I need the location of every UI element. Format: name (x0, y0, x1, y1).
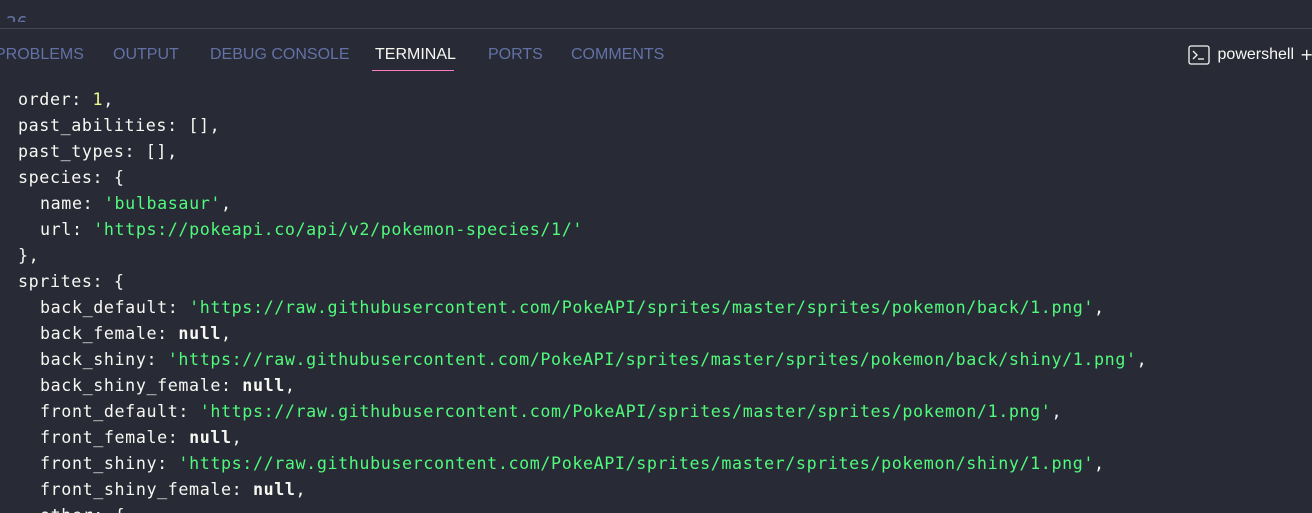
line-number: 26 (6, 12, 28, 22)
json-key: back_shiny_female (40, 375, 221, 395)
terminal-line: order: 1, (18, 86, 114, 112)
json-suffix: , (1136, 349, 1148, 369)
tab-terminal[interactable]: TERMINAL (375, 29, 456, 81)
json-number: 1 (92, 89, 104, 109)
json-suffix: , (103, 89, 114, 109)
json-key: front_female (40, 427, 168, 447)
json-suffix: , (167, 141, 178, 161)
json-suffix: , (1094, 297, 1105, 317)
json-suffix: , (295, 479, 307, 499)
json-key: front_shiny (40, 453, 158, 473)
terminal-line: species: { (18, 164, 124, 190)
terminal-line: back_shiny: 'https://raw.githubuserconte… (40, 346, 1147, 372)
terminal-line: sprites: { (18, 268, 124, 294)
json-key: back_female (40, 323, 158, 343)
json-suffix: , (1051, 401, 1063, 421)
terminal-icon (1187, 45, 1210, 65)
json-string: 'https://raw.githubusercontent.com/PokeA… (167, 349, 1137, 369)
json-suffix: , (284, 375, 296, 395)
json-key: front_shiny_female (40, 479, 232, 499)
json-key: past_abilities (18, 115, 168, 135)
json-sep: : (221, 375, 243, 395)
terminal-line: name: 'bulbasaur', (40, 190, 232, 216)
terminal-line: front_female: null, (40, 424, 242, 450)
json-string: 'https://raw.githubusercontent.com/PokeA… (199, 401, 1052, 421)
json-string: 'bulbasaur' (103, 193, 222, 213)
json-string: 'https://raw.githubusercontent.com/PokeA… (178, 453, 1095, 473)
panel-tab-bar: PROBLEMS OUTPUT DEBUG CONSOLE TERMINAL P… (0, 29, 1312, 81)
json-brace: { (115, 505, 126, 513)
json-sep: : (178, 401, 200, 421)
terminal-line: back_female: null, (40, 320, 232, 346)
json-null: null (189, 427, 232, 447)
json-sep: : (82, 193, 104, 213)
tab-comments[interactable]: COMMENTS (571, 29, 664, 81)
tab-ports[interactable]: PORTS (488, 29, 543, 81)
terminal-line: other: { (40, 502, 125, 513)
terminal-shell-selector[interactable]: powershell + (1187, 29, 1312, 81)
json-sep: : (157, 323, 179, 343)
json-suffix: , (221, 193, 232, 213)
editor-area[interactable]: 26 module.exports = { apiEndpoints, fetc… (0, 0, 1312, 22)
terminal-line: back_shiny_female: null, (40, 372, 296, 398)
terminal-output[interactable]: order: 1, past_abilities: [], past_types… (0, 86, 1312, 513)
tab-problems[interactable]: PROBLEMS (0, 29, 84, 81)
json-array: [] (188, 115, 210, 135)
json-string: 'https://pokeapi.co/api/v2/pokemon-speci… (93, 219, 583, 239)
json-sep: : (146, 349, 168, 369)
terminal-line: back_default: 'https://raw.githubusercon… (40, 294, 1105, 320)
tab-output[interactable]: OUTPUT (113, 29, 179, 81)
terminal-line: past_abilities: [], (18, 112, 220, 138)
code-line: 26 module.exports = { apiEndpoints, fetc… (0, 0, 43, 22)
json-null: null (252, 479, 296, 499)
json-array: [] (145, 141, 168, 161)
shell-label: powershell (1217, 46, 1294, 63)
json-sep: : (124, 141, 146, 161)
json-key: other (40, 505, 93, 513)
json-key: past_types (18, 141, 125, 161)
json-suffix: , (221, 323, 232, 343)
json-null: null (242, 375, 285, 395)
json-key: sprites (18, 271, 93, 291)
tab-debug-console[interactable]: DEBUG CONSOLE (210, 29, 350, 81)
json-sep: : (93, 505, 114, 513)
terminal-line: }, (18, 242, 39, 268)
json-key: front_default (40, 401, 179, 421)
json-key: species (18, 167, 93, 187)
terminal-line: past_types: [], (18, 138, 178, 164)
active-tab-indicator (372, 70, 454, 71)
json-sep: : (167, 115, 189, 135)
json-string: 'https://raw.githubusercontent.com/PokeA… (189, 297, 1095, 317)
json-brace: { (113, 167, 125, 187)
json-sep: : (92, 167, 114, 187)
json-sep: : (71, 89, 93, 109)
json-sep: : (157, 453, 179, 473)
json-key: url (40, 219, 72, 239)
json-brace: }, (18, 245, 40, 265)
terminal-line: url: 'https://pokeapi.co/api/v2/pokemon-… (40, 216, 583, 242)
json-suffix: , (209, 115, 221, 135)
json-sep: : (167, 297, 190, 317)
json-sep: : (167, 427, 190, 447)
json-key: order (18, 89, 72, 109)
json-sep: : (231, 479, 253, 499)
json-suffix: , (1094, 453, 1105, 473)
terminal-line: front_shiny: 'https://raw.githubusercont… (40, 450, 1105, 476)
json-sep: : (92, 271, 114, 291)
plus-icon[interactable]: + (1300, 48, 1312, 62)
json-null: null (178, 323, 222, 343)
terminal-line: front_default: 'https://raw.githubuserco… (40, 398, 1062, 424)
json-brace: { (113, 271, 125, 291)
terminal-line: front_shiny_female: null, (40, 476, 306, 502)
json-key: back_default (40, 297, 168, 317)
json-key: name (40, 193, 83, 213)
json-sep: : (71, 219, 94, 239)
json-suffix: , (231, 427, 243, 447)
json-key: back_shiny (40, 349, 147, 369)
